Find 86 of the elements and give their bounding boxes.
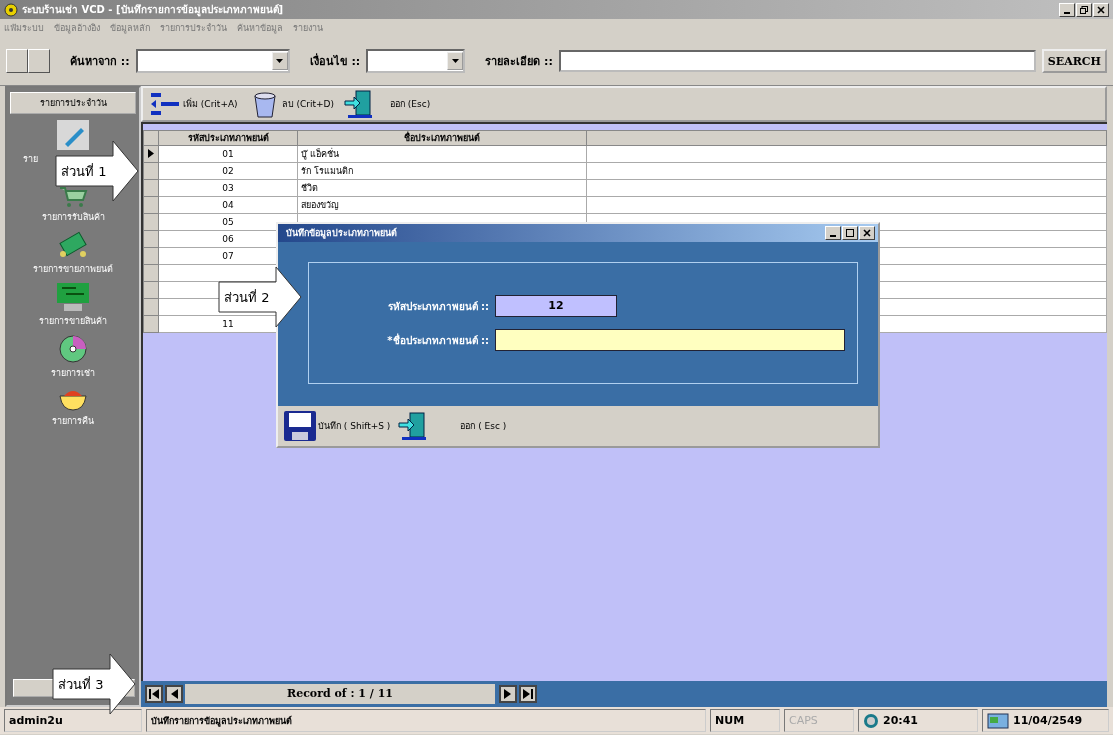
previous-icon bbox=[170, 689, 178, 699]
search-from-label: ค้นหาจาก :: bbox=[70, 54, 130, 70]
toolbar-button[interactable] bbox=[28, 49, 50, 73]
close-button[interactable] bbox=[859, 226, 875, 240]
restore-icon bbox=[1080, 5, 1088, 14]
cart-icon[interactable] bbox=[58, 186, 88, 208]
status-user: admin2u bbox=[4, 709, 142, 732]
first-record-button[interactable] bbox=[145, 685, 163, 703]
search-button[interactable]: SEARCH bbox=[1041, 49, 1107, 73]
add-row-icon[interactable] bbox=[151, 93, 179, 115]
sidebar-header: รายการประจำวัน bbox=[10, 92, 136, 114]
table-cell: 04 bbox=[158, 196, 298, 214]
header-corner bbox=[143, 130, 159, 146]
status-time: 20:41 bbox=[883, 714, 918, 727]
detail-label: รายละเอียด :: bbox=[485, 54, 553, 70]
table-cell: รัก โรแมนติก bbox=[297, 162, 587, 180]
row-pointer-icon bbox=[148, 148, 154, 158]
toolbar-button[interactable] bbox=[6, 49, 28, 73]
callout-tooltip: ส่วนที่ 3 bbox=[52, 653, 136, 715]
close-icon bbox=[1097, 5, 1105, 14]
toolbar-action[interactable]: เพิ่ม (Crit+A) bbox=[183, 97, 238, 111]
pencil-icon[interactable] bbox=[57, 120, 89, 150]
menu-item[interactable]: ข้อมูลหลัก bbox=[110, 21, 150, 35]
close-button[interactable] bbox=[1093, 2, 1109, 17]
status-date: 11/04/2549 bbox=[1013, 714, 1083, 727]
menu-item[interactable]: รายงาน bbox=[293, 21, 323, 35]
sidebar-item[interactable]: รายการรับสินค้า bbox=[41, 210, 105, 224]
condition-label: เงื่อนไข :: bbox=[309, 52, 361, 70]
field-label: รหัสประเภทภาพยนต์ :: bbox=[386, 299, 489, 314]
minimize-button[interactable] bbox=[825, 226, 841, 240]
close-icon bbox=[863, 229, 871, 237]
next-icon bbox=[504, 689, 512, 699]
window-title: ระบบร้านเช่า VCD - [บันทึกรายการข้อมูลประเภทภาพยนต์] bbox=[22, 3, 284, 17]
field-label: *ชื่อประเภทภาพยนต์ :: bbox=[386, 332, 489, 348]
key-indicator: CAPS bbox=[784, 709, 854, 732]
callout-tooltip: ส่วนที่ 1 bbox=[55, 140, 139, 202]
column-header: ชื่อประเภทภาพยนต์ bbox=[297, 130, 587, 146]
minimize-icon bbox=[1064, 11, 1070, 14]
sidebar-item[interactable]: รายการขายสินค้า bbox=[39, 314, 107, 328]
table-cell: 03 bbox=[158, 179, 298, 197]
dialog-action[interactable]: บันทึก ( Shift+S ) bbox=[318, 419, 391, 433]
table-cell: ชีวิต bbox=[297, 179, 587, 197]
maximize-button[interactable] bbox=[842, 226, 858, 240]
circuit-board-icon[interactable] bbox=[56, 282, 90, 312]
column-header: รหัสประเภทภาพยนต์ bbox=[158, 130, 298, 146]
table-cell: บู๊ แอ็คชั่น bbox=[297, 145, 587, 163]
minimize-icon bbox=[830, 235, 836, 237]
search-from-dropdown[interactable] bbox=[135, 49, 290, 73]
caret-icon bbox=[451, 59, 459, 63]
trash-icon[interactable] bbox=[251, 90, 278, 118]
table-cell: 02 bbox=[158, 162, 298, 180]
menu-item[interactable]: ข้อมูลอ้างอิง bbox=[54, 21, 100, 35]
detail-field[interactable] bbox=[558, 50, 1036, 72]
toolbar-action[interactable]: ลบ (Crit+D) bbox=[281, 97, 334, 111]
sidebar-item[interactable]: ราย bbox=[23, 152, 38, 166]
disc-icon[interactable] bbox=[58, 334, 88, 364]
name-field[interactable] bbox=[495, 329, 845, 351]
last-record-button[interactable] bbox=[519, 685, 537, 703]
first-icon bbox=[149, 689, 159, 699]
disc-icon bbox=[4, 2, 18, 17]
code-field: 12 bbox=[495, 295, 617, 317]
menu-item[interactable]: ค้นหาข้อมูล bbox=[237, 21, 283, 35]
minimize-button[interactable] bbox=[1059, 2, 1075, 17]
exit-door-icon[interactable] bbox=[398, 412, 429, 440]
toolbar-action[interactable]: ออก (Esc) bbox=[390, 97, 431, 111]
condition-dropdown[interactable] bbox=[366, 49, 466, 73]
sidebar-item[interactable]: รายการเช่า bbox=[51, 366, 95, 380]
maximize-icon bbox=[846, 229, 854, 237]
menu-item[interactable]: รายการประจำวัน bbox=[160, 21, 227, 35]
sidebar-item[interactable]: รายการคืน bbox=[52, 414, 94, 428]
next-record-button[interactable] bbox=[499, 685, 517, 703]
status-message: บันทึกรายการข้อมูลประเภทภาพยนต์ bbox=[146, 709, 706, 732]
menu-item[interactable]: แฟ้มระบบ bbox=[4, 21, 44, 35]
record-counter: Record of : 1 / 11 bbox=[185, 684, 495, 704]
table-cell: 01 bbox=[158, 145, 298, 163]
table-cell: สยองขวัญ bbox=[297, 196, 587, 214]
clock-icon bbox=[863, 712, 879, 729]
exit-door-icon[interactable] bbox=[344, 90, 374, 118]
key-indicator: NUM bbox=[710, 709, 780, 732]
last-icon bbox=[523, 689, 533, 699]
dialog-action[interactable]: ออก ( Esc ) bbox=[460, 419, 507, 433]
caret-icon bbox=[276, 59, 284, 63]
previous-record-button[interactable] bbox=[165, 685, 183, 703]
restore-button[interactable] bbox=[1076, 2, 1092, 17]
sidebar-item[interactable]: รายการขายภาพยนต์ bbox=[33, 262, 113, 276]
calendar-icon bbox=[987, 712, 1009, 729]
